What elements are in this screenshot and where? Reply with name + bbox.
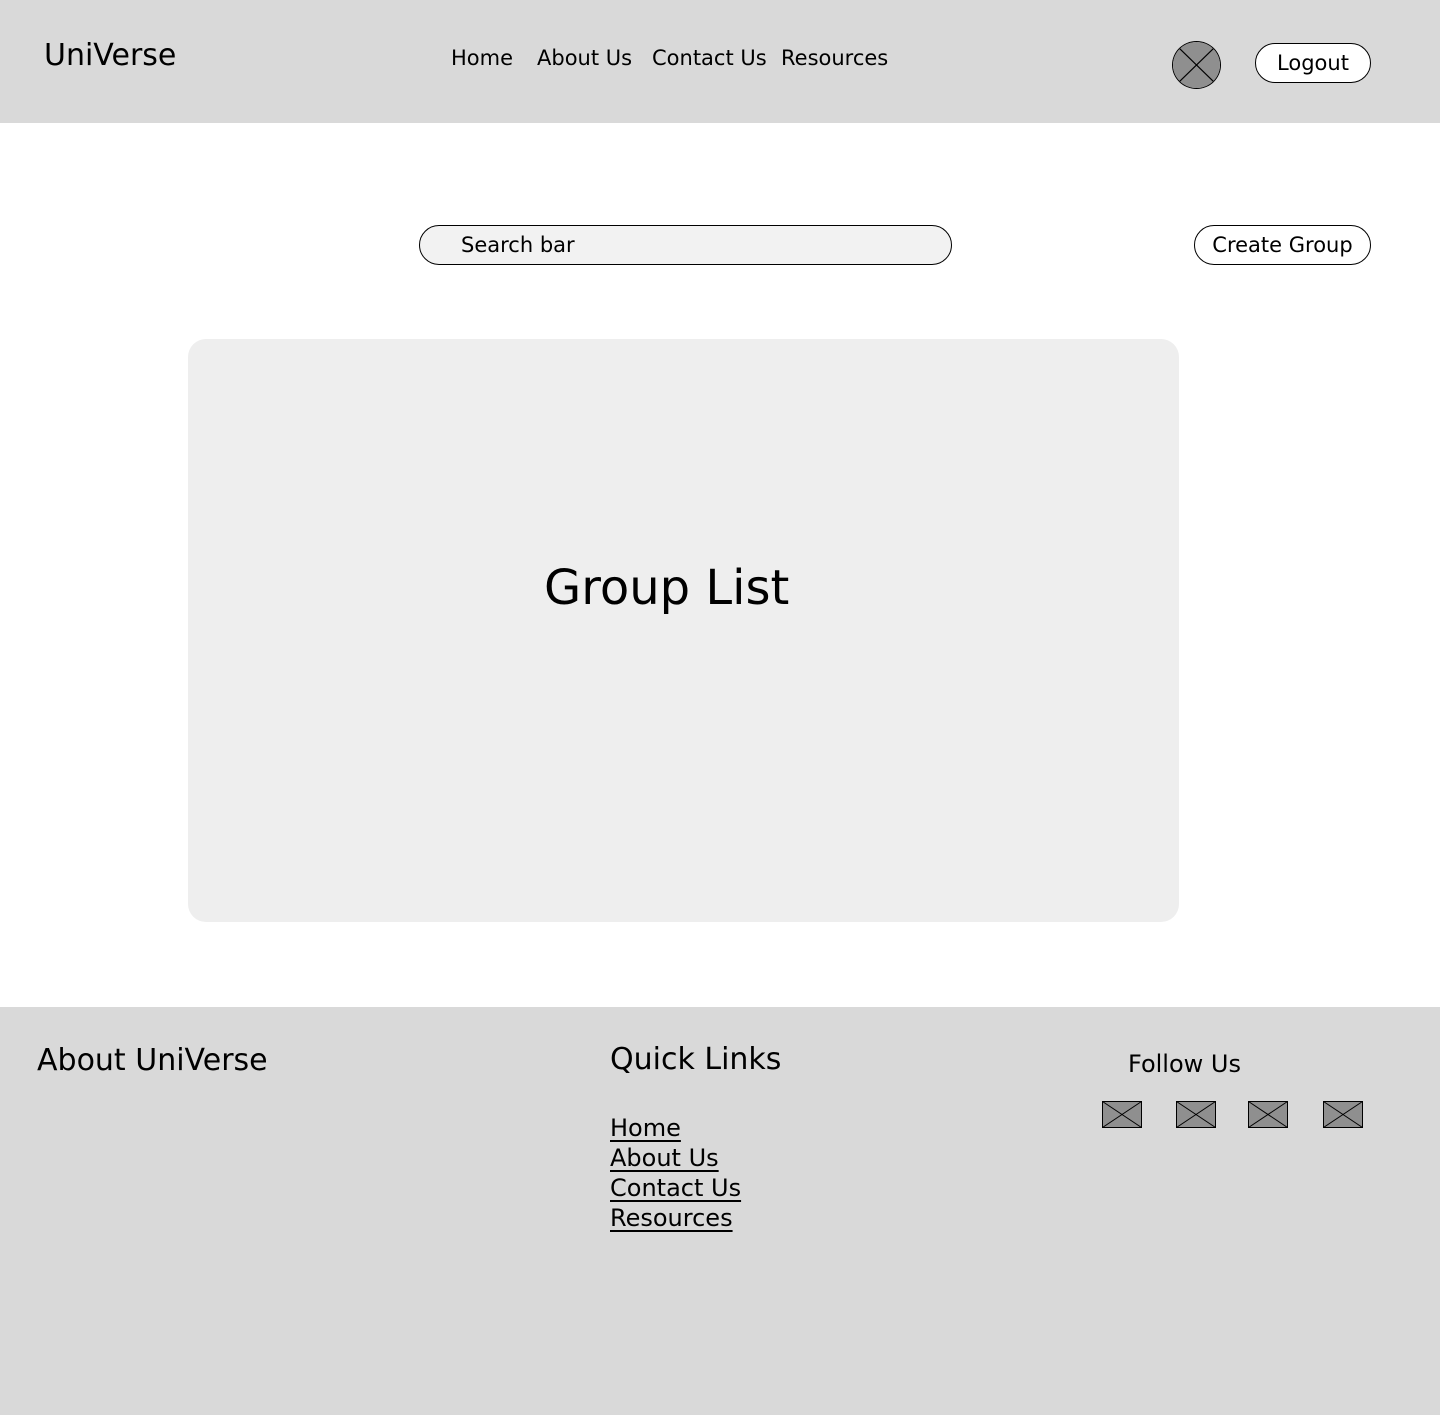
- image-placeholder-icon: [1248, 1101, 1288, 1128]
- nav-home[interactable]: Home: [451, 44, 513, 72]
- nav-resources[interactable]: Resources: [781, 44, 888, 72]
- search-input[interactable]: [419, 225, 952, 265]
- image-placeholder-icon: [1173, 42, 1220, 88]
- footer-link-about-us[interactable]: About Us: [610, 1143, 741, 1173]
- avatar[interactable]: [1172, 41, 1221, 89]
- image-placeholder-icon: [1176, 1101, 1216, 1128]
- social-link-4[interactable]: [1323, 1101, 1363, 1128]
- footer-link-home[interactable]: Home: [610, 1113, 741, 1143]
- social-link-2[interactable]: [1176, 1101, 1216, 1128]
- social-link-3[interactable]: [1248, 1101, 1288, 1128]
- nav-about-us[interactable]: About Us: [537, 44, 632, 72]
- site-footer: About UniVerse Quick Links Home About Us…: [0, 1007, 1440, 1415]
- footer-quick-links: Home About Us Contact Us Resources: [610, 1113, 741, 1233]
- footer-quick-links-title: Quick Links: [610, 1042, 782, 1077]
- footer-link-resources[interactable]: Resources: [610, 1203, 741, 1233]
- create-group-button[interactable]: Create Group: [1194, 225, 1371, 265]
- social-link-1[interactable]: [1102, 1101, 1142, 1128]
- group-list-panel: Group List: [188, 339, 1179, 922]
- footer-link-contact-us[interactable]: Contact Us: [610, 1173, 741, 1203]
- group-list-title: Group List: [544, 560, 790, 616]
- site-header: UniVerse Home About Us Contact Us Resour…: [0, 0, 1440, 123]
- image-placeholder-icon: [1323, 1101, 1363, 1128]
- brand-logo[interactable]: UniVerse: [44, 36, 176, 76]
- footer-about-title: About UniVerse: [37, 1043, 268, 1078]
- image-placeholder-icon: [1102, 1101, 1142, 1128]
- logout-button[interactable]: Logout: [1255, 43, 1371, 83]
- nav-contact-us[interactable]: Contact Us: [652, 44, 767, 72]
- footer-follow-title: Follow Us: [1128, 1050, 1241, 1078]
